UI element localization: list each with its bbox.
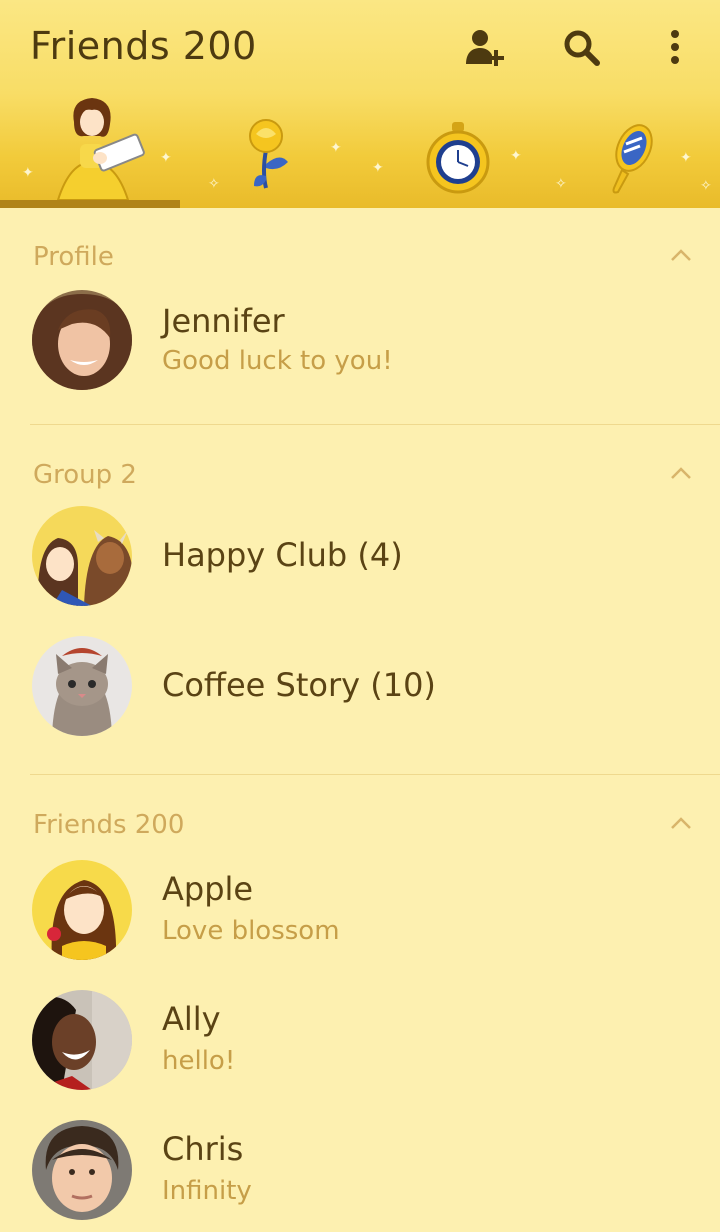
hand-mirror-icon <box>612 124 653 194</box>
status-message: Good luck to you! <box>162 346 393 376</box>
list-item-friend[interactable]: Ally hello! <box>0 980 720 1100</box>
contact-name: Jennifer <box>162 302 285 340</box>
section-divider <box>30 424 720 425</box>
tab-bar <box>0 92 720 208</box>
contact-name: Ally <box>162 1000 221 1038</box>
more-vertical-icon[interactable] <box>656 28 696 68</box>
contact-name: Chris <box>162 1130 244 1168</box>
section-header-groups[interactable]: Group 2 <box>0 438 720 498</box>
avatar <box>32 636 132 736</box>
list-item-friend[interactable]: Apple Love blossom <box>0 850 720 970</box>
avatar <box>32 506 132 606</box>
avatar <box>32 860 132 960</box>
add-friend-icon[interactable] <box>464 28 504 68</box>
friends-list[interactable]: Profile Jennifer Good luck to you! Group… <box>0 208 720 1232</box>
chevron-up-icon[interactable] <box>670 816 692 830</box>
status-message: hello! <box>162 1046 236 1076</box>
section-header-profile[interactable]: Profile <box>0 220 720 280</box>
chevron-up-icon[interactable] <box>670 466 692 480</box>
section-title: Friends 200 <box>33 810 185 840</box>
tab-belle[interactable] <box>0 92 180 208</box>
rose-icon <box>249 119 288 189</box>
list-item-profile[interactable]: Jennifer Good luck to you! <box>0 280 720 400</box>
pocket-watch-icon <box>426 122 490 194</box>
tab-mirror[interactable] <box>540 92 720 208</box>
avatar <box>32 990 132 1090</box>
status-message: Love blossom <box>162 916 340 946</box>
status-message: Infinity <box>162 1176 252 1206</box>
group-name: Coffee Story (10) <box>162 666 436 704</box>
group-name: Happy Club (4) <box>162 536 403 574</box>
app-header: Friends 200 ✦ ✦ ✧ ✦ ✦ ✦ ✧ ✦ ✧ <box>0 0 720 208</box>
tab-indicator <box>0 200 180 208</box>
contact-name: Apple <box>162 870 254 908</box>
section-title: Group 2 <box>33 460 137 490</box>
avatar <box>32 1120 132 1220</box>
section-title: Profile <box>33 242 114 272</box>
page-title: Friends 200 <box>30 24 257 68</box>
list-item-group[interactable]: Happy Club (4) <box>0 496 720 616</box>
list-item-group[interactable]: Coffee Story (10) <box>0 626 720 746</box>
list-item-friend[interactable]: Chris Infinity <box>0 1110 720 1230</box>
belle-reading-icon <box>56 98 145 201</box>
section-divider <box>30 774 720 775</box>
section-header-friends[interactable]: Friends 200 <box>0 788 720 848</box>
avatar <box>32 290 132 390</box>
chevron-up-icon[interactable] <box>670 248 692 262</box>
tab-watch[interactable] <box>360 92 540 208</box>
tab-rose[interactable] <box>180 92 360 208</box>
search-icon[interactable] <box>562 28 602 68</box>
